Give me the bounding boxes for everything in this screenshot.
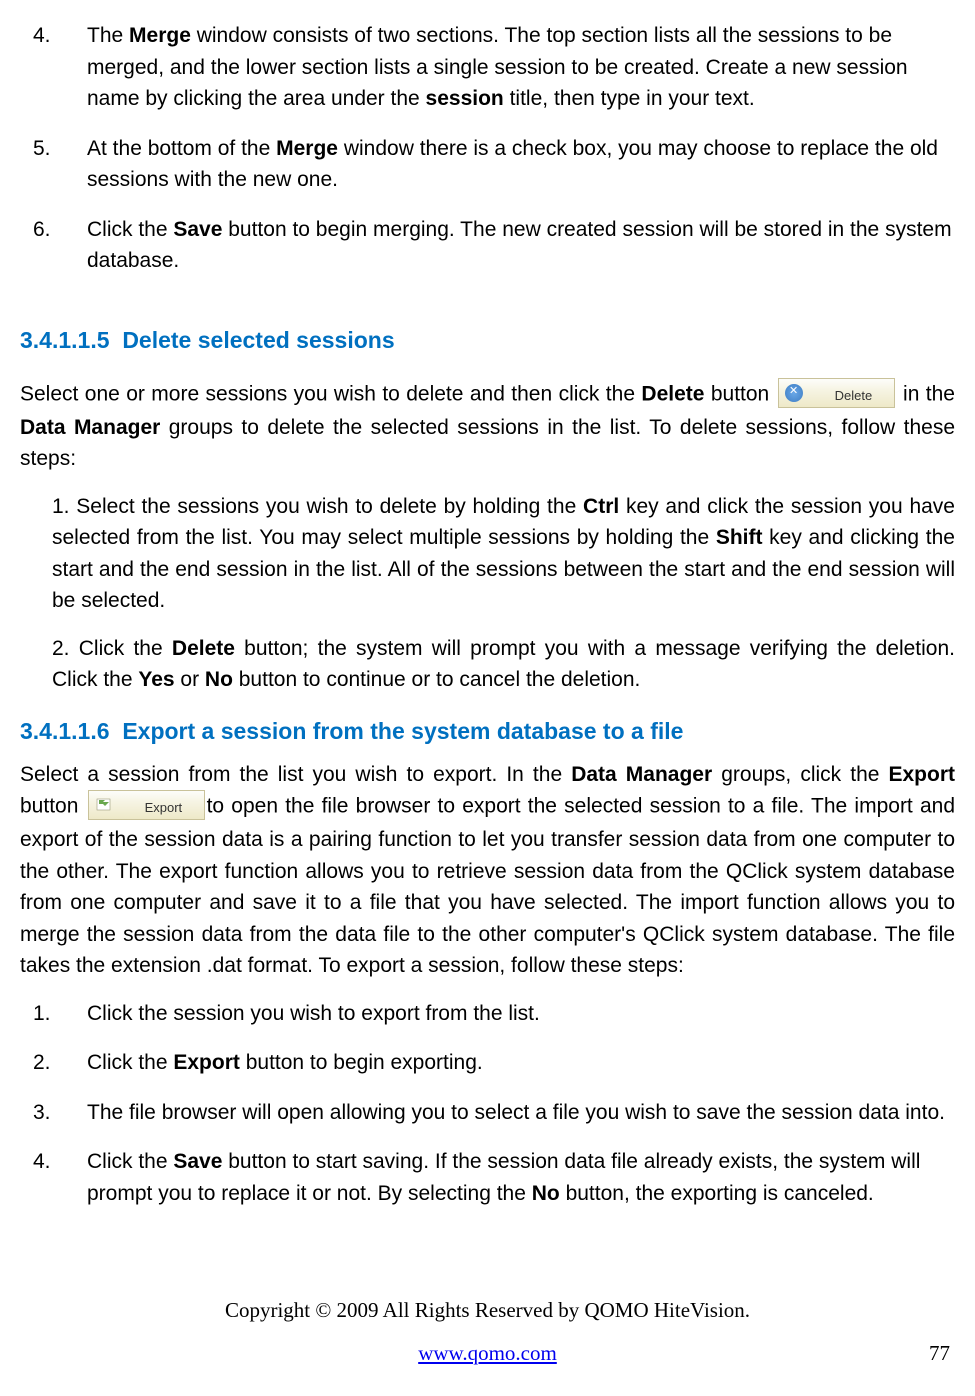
delete-button-label: Delete xyxy=(835,386,873,406)
item-text: At the bottom of the Merge window there … xyxy=(87,133,955,196)
section2-intro: Select a session from the list you wish … xyxy=(20,759,955,982)
export-icon xyxy=(95,796,113,814)
delete-icon: ✕ xyxy=(785,384,803,402)
item-text: Click the Save button to begin merging. … xyxy=(87,214,955,277)
page-content: 4. The Merge window consists of two sect… xyxy=(0,0,975,1396)
item-text: The file browser will open allowing you … xyxy=(87,1097,955,1129)
delete-button-image: ✕ Delete xyxy=(778,378,895,408)
item-number: 6. xyxy=(20,214,87,277)
item-number: 1. xyxy=(20,998,87,1030)
list-item: 1. Click the session you wish to export … xyxy=(20,998,955,1030)
item-number: 3. xyxy=(20,1097,87,1129)
section1-intro: Select one or more sessions you wish to … xyxy=(20,378,955,475)
item-text: Click the session you wish to export fro… xyxy=(87,998,955,1030)
item-number: 4. xyxy=(20,20,87,115)
section1-step1: 1. Select the sessions you wish to delet… xyxy=(20,491,955,617)
list-item: 4. Click the Save button to start saving… xyxy=(20,1146,955,1209)
export-button-image: Export xyxy=(88,790,205,820)
section-heading-delete: 3.4.1.1.5 Delete selected sessions xyxy=(20,327,955,354)
item-number: 5. xyxy=(20,133,87,196)
item-text: Click the Save button to start saving. I… xyxy=(87,1146,955,1209)
section-heading-export: 3.4.1.1.6 Export a session from the syst… xyxy=(20,718,955,745)
footer-url[interactable]: www.qomo.com xyxy=(418,1341,557,1365)
item-text: Click the Export button to begin exporti… xyxy=(87,1047,955,1079)
export-button-label: Export xyxy=(145,798,183,818)
section1-step2: 2. Click the Delete button; the system w… xyxy=(20,633,955,696)
list-item: 3. The file browser will open allowing y… xyxy=(20,1097,955,1129)
list-item: 2. Click the Export button to begin expo… xyxy=(20,1047,955,1079)
item-text: The Merge window consists of two section… xyxy=(87,20,955,115)
list-item: 6. Click the Save button to begin mergin… xyxy=(20,214,955,277)
item-number: 2. xyxy=(20,1047,87,1079)
copyright-text: Copyright © 2009 All Rights Reserved by … xyxy=(0,1298,975,1323)
item-number: 4. xyxy=(20,1146,87,1209)
list-item: 5. At the bottom of the Merge window the… xyxy=(20,133,955,196)
page-footer: Copyright © 2009 All Rights Reserved by … xyxy=(0,1298,975,1366)
list-item: 4. The Merge window consists of two sect… xyxy=(20,20,955,115)
page-number: 77 xyxy=(929,1341,950,1366)
